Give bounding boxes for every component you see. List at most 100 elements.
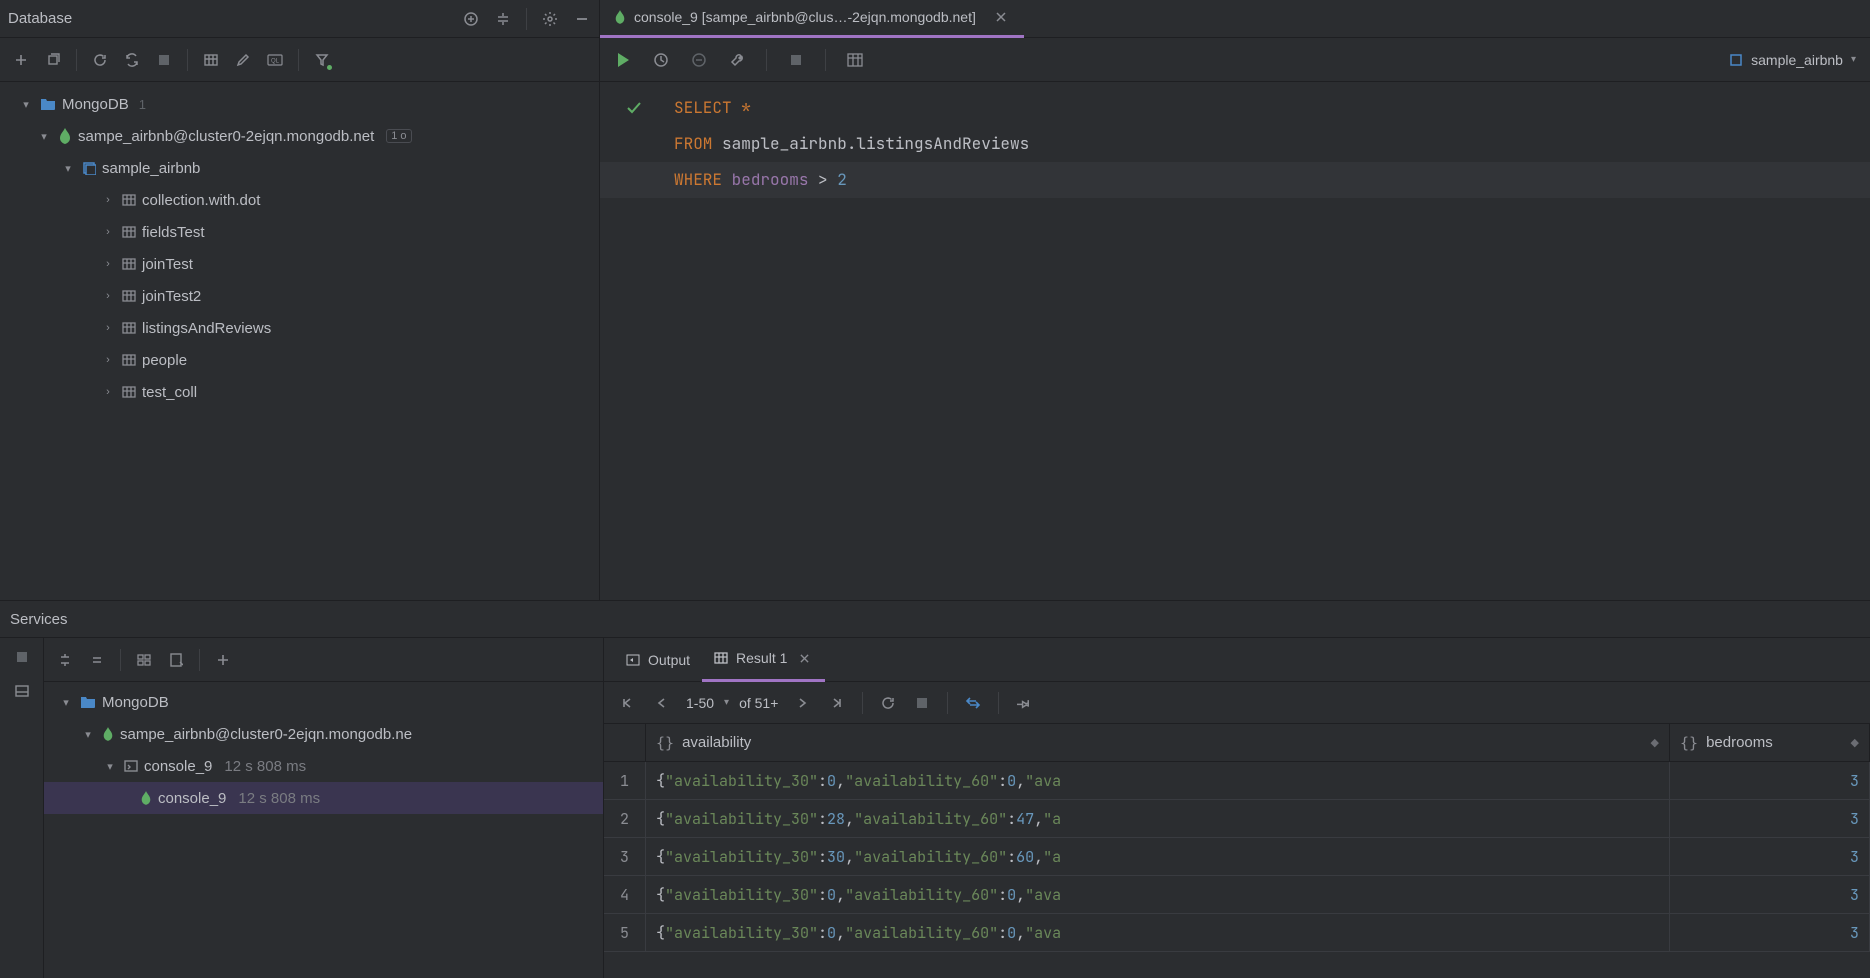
services-panel-header: Services <box>0 600 1870 638</box>
chevron-down-icon[interactable]: ▾ <box>36 130 52 143</box>
chevron-right-icon[interactable]: › <box>100 226 116 238</box>
tree-table[interactable]: ›fieldsTest <box>0 216 599 248</box>
gear-icon[interactable] <box>541 10 559 28</box>
close-icon[interactable] <box>992 8 1010 26</box>
rollback-icon[interactable] <box>690 51 708 69</box>
datasource-selector[interactable]: sample_airbnb ▾ <box>1729 52 1856 68</box>
editor-tab-console9[interactable]: console_9 [sampe_airbnb@clus…-2ejqn.mong… <box>600 0 1024 38</box>
bedrooms-cell[interactable]: 3 <box>1670 838 1870 875</box>
chevron-down-icon[interactable]: ▾ <box>80 728 96 741</box>
close-icon[interactable] <box>795 649 813 667</box>
explain-plan-icon[interactable] <box>846 51 864 69</box>
sync-icon[interactable] <box>123 51 141 69</box>
history-icon[interactable] <box>652 51 670 69</box>
reload-icon[interactable] <box>879 694 897 712</box>
next-page-icon[interactable] <box>794 694 812 712</box>
database-tree[interactable]: ▾ MongoDB 1 ▾ sampe_airbnb@cluster0-2ejq… <box>0 82 599 600</box>
chevron-right-icon[interactable]: › <box>100 258 116 270</box>
tree-table[interactable]: ›test_coll <box>0 376 599 408</box>
stop-icon[interactable] <box>787 51 805 69</box>
last-page-icon[interactable] <box>828 694 846 712</box>
chevron-down-icon: ▾ <box>1851 54 1856 65</box>
services-console-child[interactable]: console_9 12 s 808 ms <box>44 782 603 814</box>
plus-icon[interactable] <box>12 51 30 69</box>
tree-root-mongodb[interactable]: ▾ MongoDB 1 <box>0 88 599 120</box>
bedrooms-cell[interactable]: 3 <box>1670 762 1870 799</box>
tree-table[interactable]: ›people <box>0 344 599 376</box>
sort-icon[interactable]: ◆ <box>1651 736 1659 749</box>
sql-editor[interactable]: SELECT * FROM sample_airbnb.listingsAndR… <box>600 82 1870 206</box>
chevron-down-icon[interactable]: ▾ <box>102 760 118 773</box>
pin-icon[interactable] <box>1015 694 1033 712</box>
tree-table[interactable]: ›joinTest2 <box>0 280 599 312</box>
table-row[interactable]: 1{"availability_30": 0, "availability_60… <box>604 762 1870 800</box>
wrench-icon[interactable] <box>728 51 746 69</box>
bedrooms-cell[interactable]: 3 <box>1670 800 1870 837</box>
compare-icon[interactable] <box>964 694 982 712</box>
tree-table[interactable]: ›listingsAndReviews <box>0 312 599 344</box>
add-icon[interactable] <box>462 10 480 28</box>
services-tree[interactable]: ▾ MongoDB ▾ sampe_airbnb@cluster0-2ejqn.… <box>44 682 603 818</box>
database-panel-header: Database <box>0 0 600 38</box>
tab-output[interactable]: Output <box>614 638 702 682</box>
chevron-down-icon[interactable]: ▾ <box>18 98 34 111</box>
column-label: bedrooms <box>1706 734 1773 751</box>
sql-icon[interactable]: QL <box>266 51 284 69</box>
tab-label: console_9 [sampe_airbnb@clus…-2ejqn.mong… <box>634 9 976 25</box>
availability-cell[interactable]: {"availability_30": 0, "availability_60"… <box>646 876 1670 913</box>
stop-icon[interactable] <box>913 694 931 712</box>
availability-cell[interactable]: {"availability_30": 0, "availability_60"… <box>646 914 1670 951</box>
editor-area: sample_airbnb ▾ SELECT * FROM sample_air… <box>600 38 1870 600</box>
table-row[interactable]: 5{"availability_30": 0, "availability_60… <box>604 914 1870 952</box>
services-root[interactable]: ▾ MongoDB <box>44 686 603 718</box>
tree-table[interactable]: ›collection.with.dot <box>0 184 599 216</box>
layout-icon[interactable] <box>13 682 31 700</box>
chevron-right-icon[interactable]: › <box>100 290 116 302</box>
chevron-down-icon[interactable]: ▾ <box>58 696 74 709</box>
chevron-right-icon[interactable]: › <box>100 322 116 334</box>
expand-icon[interactable] <box>56 651 74 669</box>
availability-cell[interactable]: {"availability_30": 30, "availability_60… <box>646 838 1670 875</box>
chevron-right-icon[interactable]: › <box>100 354 116 366</box>
column-availability[interactable]: {} availability ◆ <box>646 724 1670 761</box>
sort-icon[interactable]: ◆ <box>1851 736 1859 749</box>
filter-query-icon[interactable] <box>167 651 185 669</box>
table-row[interactable]: 3{"availability_30": 30, "availability_6… <box>604 838 1870 876</box>
tree-label: MongoDB <box>62 96 129 113</box>
first-page-icon[interactable] <box>618 694 636 712</box>
results-grid[interactable]: {} availability ◆ {} bedrooms ◆ 1{"avail… <box>604 724 1870 952</box>
chevron-right-icon[interactable]: › <box>100 386 116 398</box>
collapse-icon[interactable] <box>88 651 106 669</box>
duplicate-icon[interactable] <box>44 51 62 69</box>
table-row[interactable]: 4{"availability_30": 0, "availability_60… <box>604 876 1870 914</box>
table-row[interactable]: 2{"availability_30": 28, "availability_6… <box>604 800 1870 838</box>
refresh-icon[interactable] <box>91 51 109 69</box>
group-icon[interactable] <box>135 651 153 669</box>
tree-connection[interactable]: ▾ sampe_airbnb@cluster0-2ejqn.mongodb.ne… <box>0 120 599 152</box>
pencil-icon[interactable] <box>234 51 252 69</box>
tree-table[interactable]: ›joinTest <box>0 248 599 280</box>
bedrooms-cell[interactable]: 3 <box>1670 914 1870 951</box>
tree-schema[interactable]: ▾ sample_airbnb <box>0 152 599 184</box>
collapse-icon[interactable] <box>494 10 512 28</box>
filter-icon[interactable] <box>313 51 331 69</box>
table-icon[interactable] <box>202 51 220 69</box>
tab-result1[interactable]: Result 1 <box>702 638 825 682</box>
page-selector[interactable]: 1-50 ▾ of 51+ <box>686 695 778 711</box>
services-console[interactable]: ▾ console_9 12 s 808 ms <box>44 750 603 782</box>
stop-icon[interactable] <box>13 648 31 666</box>
availability-cell[interactable]: {"availability_30": 0, "availability_60"… <box>646 762 1670 799</box>
play-icon[interactable] <box>614 51 632 69</box>
prev-page-icon[interactable] <box>652 694 670 712</box>
table-icon <box>122 385 136 399</box>
plus-icon[interactable] <box>214 651 232 669</box>
services-conn[interactable]: ▾ sampe_airbnb@cluster0-2ejqn.mongodb.ne <box>44 718 603 750</box>
results-panel: Output Result 1 1-50 ▾ of 51+ <box>604 638 1870 978</box>
bedrooms-cell[interactable]: 3 <box>1670 876 1870 913</box>
chevron-down-icon[interactable]: ▾ <box>60 162 76 175</box>
stop-icon[interactable] <box>155 51 173 69</box>
availability-cell[interactable]: {"availability_30": 28, "availability_60… <box>646 800 1670 837</box>
column-bedrooms[interactable]: {} bedrooms ◆ <box>1670 724 1870 761</box>
minimize-icon[interactable] <box>573 10 591 28</box>
chevron-right-icon[interactable]: › <box>100 194 116 206</box>
